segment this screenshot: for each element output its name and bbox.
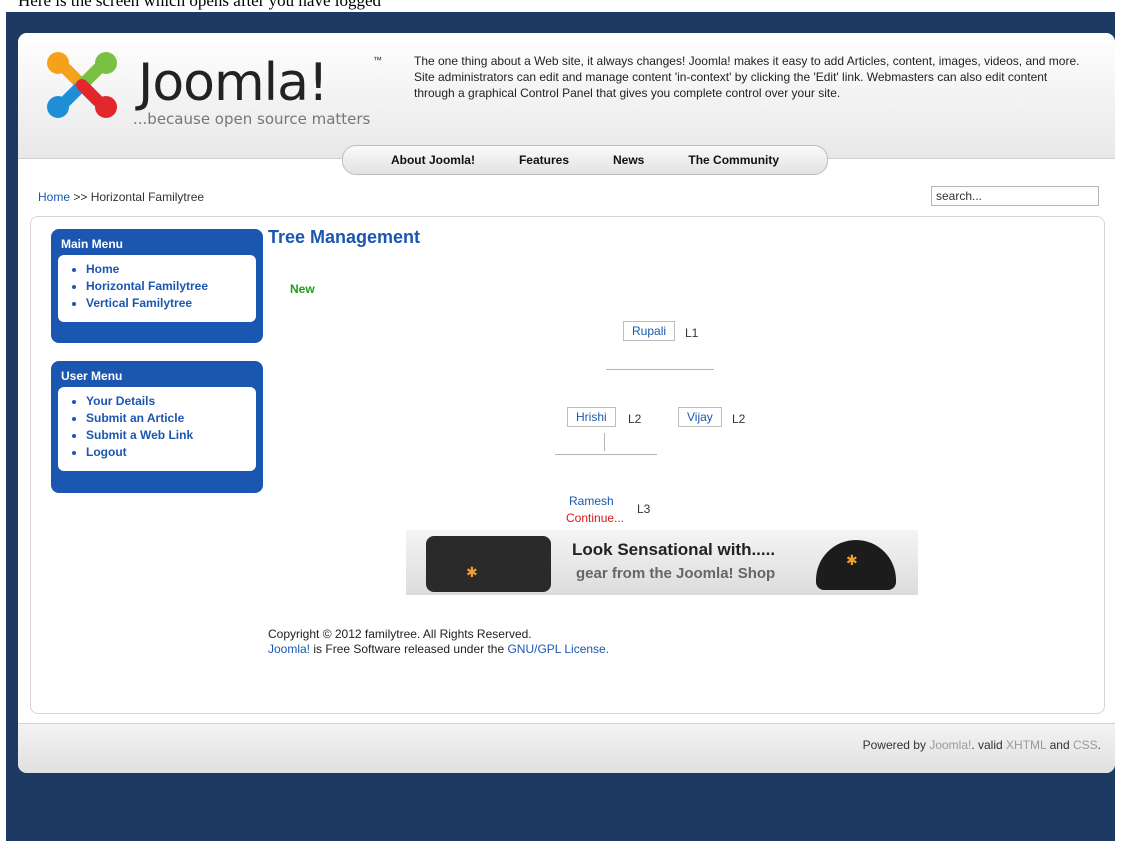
tree-node-vijay[interactable]: Vijay [678,407,722,427]
bag-image [426,536,551,592]
tree-level-rupali: L1 [685,326,699,340]
joomla-logo-icon [47,52,117,118]
site-header: Joomla! ™ ...because open source matters… [18,33,1115,175]
banner-headline: Look Sensational with..... [572,540,776,559]
nav-item-about-joomla[interactable]: About Joomla! [369,146,497,174]
logo-wordmark: Joomla! [138,53,329,113]
header-description: The one thing about a Web site, it alway… [414,54,1080,100]
footer-and-label: and [1046,738,1073,752]
tree-connector-l2 [555,454,657,455]
user-menu-module: User Menu Your Details Submit an Article… [51,361,263,493]
main-menu-item-horizontal-familytree[interactable]: Horizontal Familytree [86,278,256,295]
footer-end: . [1097,738,1101,752]
tree-node-rupali[interactable]: Rupali [623,321,676,341]
site-page: Joomla! ™ ...because open source matters… [18,33,1115,773]
breadcrumb-current: Horizontal Familytree [90,190,205,204]
footer-xhtml-link[interactable]: XHTML [1006,738,1046,752]
user-menu-item-submit-article[interactable]: Submit an Article [86,410,256,427]
logo-tagline: ...because open source matters [133,110,371,128]
search-input[interactable] [931,186,1099,206]
joomla-logo[interactable]: Joomla! ™ ...because open source matters [38,45,382,135]
user-menu-title: User Menu [61,369,123,383]
nav-item-the-community[interactable]: The Community [666,146,801,174]
user-menu-item-logout[interactable]: Logout [86,444,256,461]
license-line: Joomla! is Free Software released under … [268,642,609,657]
logo-trademark: ™ [373,55,382,65]
tree-connector-vertical [604,433,605,451]
banner-subline: gear from the Joomla! Shop [576,565,776,582]
breadcrumb-home-link[interactable]: Home [38,190,70,204]
main-menu-list: Home Horizontal Familytree Vertical Fami… [58,255,256,322]
main-menu-module: Main Menu Home Horizontal Familytree Ver… [51,229,263,343]
joomla-small-logo-icon: ✱ [466,564,478,580]
main-menu-item-home[interactable]: Home [86,261,256,278]
site-footer: Powered by Joomla!. valid XHTML and CSS. [18,723,1115,773]
top-caption: Here is the screen which opens after you… [18,0,382,10]
main-menu-title: Main Menu [61,237,123,251]
joomla-cap-logo-icon: ✱ [846,552,858,568]
page-title: Tree Management [268,227,421,247]
top-navigation: About Joomla! Features News The Communit… [342,145,828,175]
main-menu-item-vertical-familytree[interactable]: Vertical Familytree [86,295,256,312]
tree-node-hrishi[interactable]: Hrishi [567,407,616,427]
tree-level-hrishi: L2 [628,412,642,426]
powered-by: Powered by Joomla!. valid XHTML and CSS. [863,738,1101,752]
breadcrumb-separator: >> [73,190,88,204]
powered-by-label: Powered by [862,738,930,752]
license-text: is Free Software released under the [310,642,508,656]
tree-level-vijay: L2 [732,412,746,426]
user-menu-list: Your Details Submit an Article Submit a … [58,387,256,471]
new-link[interactable]: New [290,282,315,296]
footer-joomla-link[interactable]: Joomla! [929,738,971,752]
continue-link[interactable]: Continue... [566,511,624,525]
nav-item-features[interactable]: Features [497,146,591,174]
tree-connector-l1 [606,369,714,370]
joomla-shop-banner[interactable]: ✱ Look Sensational with..... gear from t… [406,530,918,595]
gnu-gpl-license-link[interactable]: GNU/GPL License. [507,642,609,656]
footer-css-link[interactable]: CSS [1073,738,1098,752]
nav-item-news[interactable]: News [591,146,666,174]
footer-valid-label: . valid [971,738,1007,752]
tree-node-ramesh[interactable]: Ramesh [569,494,614,508]
user-menu-item-your-details[interactable]: Your Details [86,393,256,410]
copyright-line: Copyright © 2012 familytree. All Rights … [268,627,532,641]
tree-level-ramesh: L3 [637,502,651,516]
breadcrumb: Home >> Horizontal Familytree [38,190,204,204]
copyright: Copyright © 2012 familytree. All Rights … [268,627,609,657]
user-menu-item-submit-web-link[interactable]: Submit a Web Link [86,427,256,444]
joomla-link[interactable]: Joomla! [268,642,310,656]
